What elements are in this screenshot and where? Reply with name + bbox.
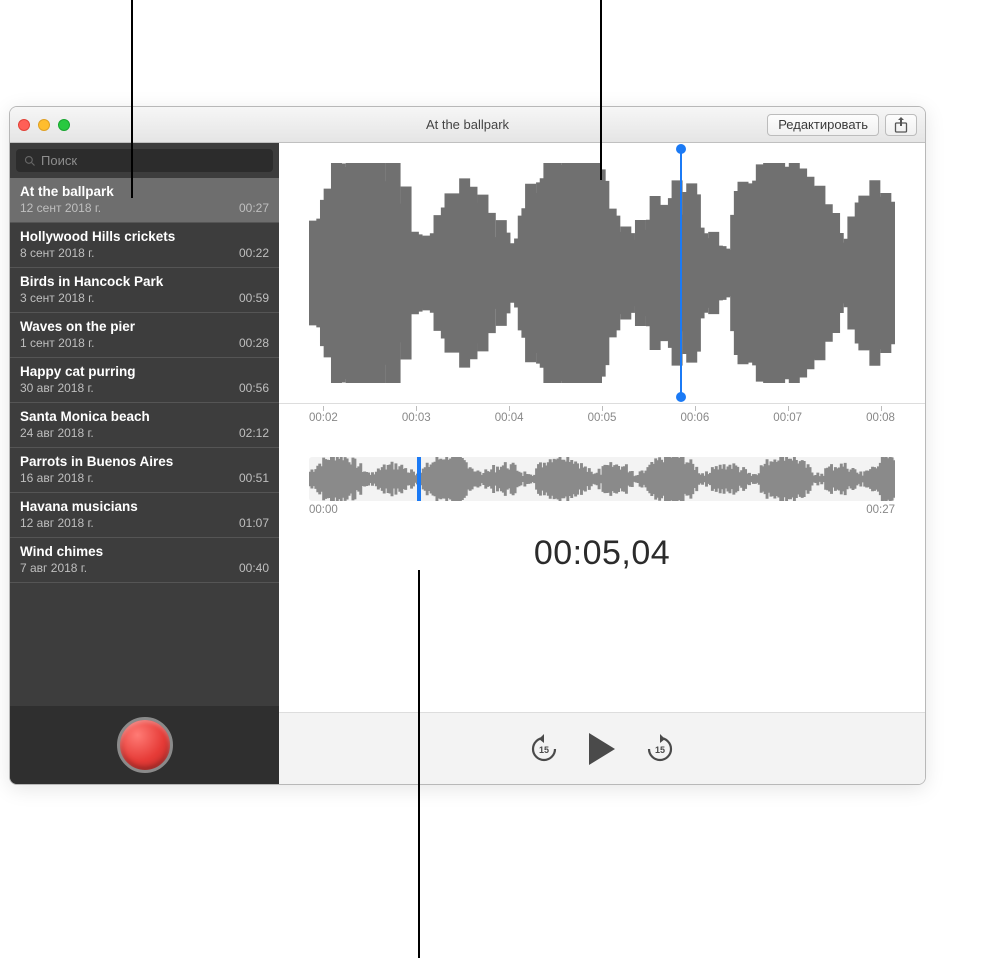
app-window: At the ballpark Редактировать Поиск At t…: [9, 106, 926, 785]
titlebar: At the ballpark Редактировать: [10, 107, 925, 143]
recording-duration: 00:40: [239, 561, 269, 575]
share-button[interactable]: [885, 114, 917, 136]
callout-line-top-right: [600, 0, 602, 180]
recording-date: 12 сент 2018 г.: [20, 201, 101, 215]
recording-title: At the ballpark: [20, 184, 269, 199]
recording-item[interactable]: Santa Monica beach 24 авг 2018 г. 02:12: [10, 403, 279, 448]
playback-controls: 15 15: [279, 712, 925, 784]
recording-title: Santa Monica beach: [20, 409, 269, 424]
ruler-tick: 00:04: [495, 412, 524, 424]
recording-title: Havana musicians: [20, 499, 269, 514]
recording-date: 7 авг 2018 г.: [20, 561, 87, 575]
ruler-tick: 00:02: [309, 412, 338, 424]
fullscreen-window-button[interactable]: [58, 119, 70, 131]
search-icon: [24, 155, 36, 167]
rewind-15-button[interactable]: 15: [529, 734, 559, 764]
recording-duration: 00:22: [239, 246, 269, 260]
ruler-tick: 00:07: [773, 412, 802, 424]
search-placeholder: Поиск: [41, 153, 77, 168]
time-ruler: 00:02 00:03 00:04 00:05 00:06 00:07 00:08: [279, 403, 925, 431]
recording-date: 1 сент 2018 г.: [20, 336, 94, 350]
recording-item[interactable]: Parrots in Buenos Aires 16 авг 2018 г. 00:…: [10, 448, 279, 493]
svg-text:15: 15: [655, 745, 665, 755]
recording-duration: 00:51: [239, 471, 269, 485]
recording-item[interactable]: Wind chimes 7 авг 2018 г. 00:40: [10, 538, 279, 583]
recording-title: Waves on the pier: [20, 319, 269, 334]
ruler-tick: 00:06: [680, 412, 709, 424]
overview-playhead[interactable]: [417, 457, 421, 501]
recording-title: Parrots in Buenos Aires: [20, 454, 269, 469]
forward-icon: 15: [645, 734, 675, 764]
play-icon: [589, 733, 615, 765]
recording-item[interactable]: Birds in Hancock Park 3 сент 2018 г. 00:59: [10, 268, 279, 313]
window-controls: [18, 119, 70, 131]
ruler-tick: 00:05: [588, 412, 617, 424]
recording-title: Hollywood Hills crickets: [20, 229, 269, 244]
recording-item[interactable]: Havana musicians 12 авг 2018 г. 01:07: [10, 493, 279, 538]
edit-button[interactable]: Редактировать: [767, 114, 879, 136]
recording-date: 16 авг 2018 г.: [20, 471, 94, 485]
svg-text:15: 15: [539, 745, 549, 755]
recording-duration: 00:27: [239, 201, 269, 215]
recording-title: Wind chimes: [20, 544, 269, 559]
record-area: [10, 706, 279, 784]
recording-date: 12 авг 2018 г.: [20, 516, 94, 530]
overview-start: 00:00: [309, 504, 338, 516]
search-input[interactable]: Поиск: [16, 149, 273, 172]
share-icon: [894, 117, 908, 133]
recording-date: 8 сент 2018 г.: [20, 246, 94, 260]
rewind-icon: 15: [529, 734, 559, 764]
recording-duration: 01:07: [239, 516, 269, 530]
playback-timecode: 00:05,04: [279, 534, 925, 573]
record-button[interactable]: [117, 717, 173, 773]
recording-duration: 00:28: [239, 336, 269, 350]
ruler-tick: 00:08: [866, 412, 895, 424]
recordings-list: At the ballpark 12 сент 2018 г. 00:27 Holly…: [10, 178, 279, 706]
close-window-button[interactable]: [18, 119, 30, 131]
recording-title: Happy cat purring: [20, 364, 269, 379]
overview-end: 00:27: [866, 504, 895, 516]
minimize-window-button[interactable]: [38, 119, 50, 131]
recording-date: 24 авг 2018 г.: [20, 426, 94, 440]
recording-duration: 00:56: [239, 381, 269, 395]
recording-item[interactable]: Happy cat purring 30 авг 2018 г. 00:56: [10, 358, 279, 403]
recording-item[interactable]: At the ballpark 12 сент 2018 г. 00:27: [10, 178, 279, 223]
recording-date: 30 авг 2018 г.: [20, 381, 94, 395]
recording-duration: 00:59: [239, 291, 269, 305]
main-panel: 00:02 00:03 00:04 00:05 00:06 00:07 00:08 00:0…: [279, 143, 925, 784]
ruler-tick: 00:03: [402, 412, 431, 424]
play-button[interactable]: [589, 733, 615, 765]
forward-15-button[interactable]: 15: [645, 734, 675, 764]
recording-item[interactable]: Hollywood Hills crickets 8 сент 2018 г. 00…: [10, 223, 279, 268]
callout-line-bottom: [418, 570, 420, 958]
callout-line-top-left: [131, 0, 133, 198]
recording-item[interactable]: Waves on the pier 1 сент 2018 г. 00:28: [10, 313, 279, 358]
waveform-overview[interactable]: 00:00 00:27: [309, 457, 895, 516]
recording-date: 3 сент 2018 г.: [20, 291, 94, 305]
recording-duration: 02:12: [239, 426, 269, 440]
sidebar: Поиск At the ballpark 12 сент 2018 г. 00:2…: [10, 143, 279, 784]
waveform-detail[interactable]: [279, 143, 925, 403]
recording-title: Birds in Hancock Park: [20, 274, 269, 289]
playhead[interactable]: [680, 149, 682, 397]
